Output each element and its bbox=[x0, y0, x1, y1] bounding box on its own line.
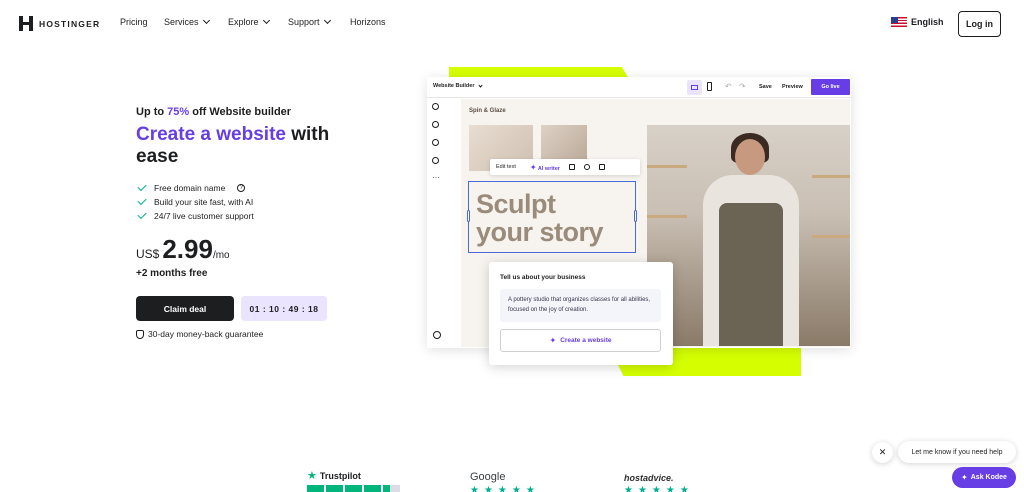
check-icon bbox=[137, 181, 147, 192]
promo-line: Up to 75% off Website builder bbox=[136, 106, 292, 118]
mobile-view-icon[interactable] bbox=[707, 82, 712, 91]
business-description-input[interactable]: A pottery studio that organizes classes … bbox=[500, 289, 661, 322]
chevron-down-icon bbox=[202, 16, 210, 25]
chevron-down-icon bbox=[262, 16, 270, 25]
us-flag-icon bbox=[891, 17, 907, 27]
text-edit-toolbar: Edit text ✦ AI writer bbox=[490, 159, 640, 175]
site-name: Spin & Glaze bbox=[469, 108, 506, 114]
resize-handle[interactable] bbox=[634, 210, 637, 222]
guarantee-note: 30-day money-back guarantee bbox=[136, 329, 263, 339]
chevron-down-icon bbox=[323, 16, 331, 25]
desktop-view-icon[interactable] bbox=[687, 80, 702, 95]
logo-text: HOSTINGER bbox=[39, 18, 101, 29]
login-button[interactable]: Log in bbox=[958, 11, 1001, 37]
ai-tools-icon[interactable] bbox=[432, 157, 439, 164]
hostinger-logo-icon bbox=[19, 16, 33, 31]
claim-deal-button[interactable]: Claim deal bbox=[136, 296, 234, 321]
potter-photo bbox=[647, 125, 850, 346]
builder-sidebar: ··· bbox=[432, 103, 442, 193]
chevron-down-icon bbox=[478, 83, 484, 88]
nav-support[interactable]: Support bbox=[288, 16, 350, 27]
google-stars: ★★★★★ bbox=[470, 485, 540, 492]
ask-kodee-button[interactable]: ✦ Ask Kodee bbox=[952, 467, 1016, 488]
ai-writer-button[interactable]: ✦ AI writer bbox=[530, 163, 560, 172]
eye-icon[interactable] bbox=[583, 164, 590, 170]
nav-services[interactable]: Services bbox=[164, 16, 228, 27]
selected-headline[interactable]: Sculpt your story bbox=[467, 181, 637, 253]
trustpilot-logo: ★ Trustpilot bbox=[307, 470, 361, 482]
hostadvice-logo: hostadvice. bbox=[624, 473, 674, 483]
price: US$ 2.99 /mo bbox=[136, 234, 230, 264]
copy-icon[interactable] bbox=[568, 164, 575, 170]
nav-pricing[interactable]: Pricing bbox=[120, 17, 164, 27]
hostinger-logo[interactable]: HOSTINGER bbox=[19, 16, 100, 31]
page-title: Create a website with ease bbox=[136, 124, 330, 167]
save-button[interactable]: Save bbox=[759, 84, 772, 90]
help-icon[interactable] bbox=[433, 331, 441, 339]
list-item: Build your site fast, with AI bbox=[137, 195, 254, 209]
trustpilot-stars bbox=[307, 485, 400, 492]
preview-button[interactable]: Preview bbox=[782, 84, 803, 90]
add-icon[interactable] bbox=[432, 103, 439, 110]
main-nav: Pricing Services Explore Support Horizon… bbox=[120, 16, 386, 27]
feature-list: Free domain name? Build your site fast, … bbox=[137, 181, 254, 223]
builder-toolbar: Website Builder ↶ ↷ Save Preview Go live bbox=[427, 77, 851, 98]
business-prompt-card: Tell us about your business A pottery st… bbox=[489, 262, 673, 365]
layers-icon[interactable] bbox=[432, 121, 439, 128]
resize-handle[interactable] bbox=[467, 210, 470, 222]
countdown-timer: 01 : 10 : 49 : 18 bbox=[241, 296, 327, 321]
bonus-text: +2 months free bbox=[136, 268, 208, 279]
trash-icon[interactable] bbox=[598, 164, 605, 170]
close-chat-button[interactable]: ✕ bbox=[872, 442, 893, 463]
shield-icon bbox=[136, 329, 144, 339]
create-website-button[interactable]: ✦ Create a website bbox=[500, 329, 661, 352]
sparkle-icon: ✦ bbox=[961, 473, 968, 482]
chat-bubble[interactable]: Let me know if you need help bbox=[898, 441, 1016, 463]
prompt-title: Tell us about your business bbox=[500, 274, 586, 281]
builder-selector[interactable]: Website Builder bbox=[433, 83, 484, 89]
nav-horizons[interactable]: Horizons bbox=[350, 17, 386, 27]
star-icon: ★ bbox=[307, 470, 317, 482]
sparkle-icon: ✦ bbox=[549, 336, 557, 345]
list-item: 24/7 live customer support bbox=[137, 209, 254, 223]
edit-text-button[interactable]: Edit text bbox=[496, 164, 516, 170]
nav-explore[interactable]: Explore bbox=[228, 16, 288, 27]
check-icon bbox=[137, 195, 147, 206]
info-icon[interactable]: ? bbox=[237, 184, 246, 192]
more-icon[interactable]: ··· bbox=[432, 174, 440, 182]
style-icon[interactable] bbox=[432, 139, 439, 146]
list-item: Free domain name? bbox=[137, 181, 254, 195]
check-icon bbox=[137, 209, 147, 220]
sparkle-icon: ✦ bbox=[529, 162, 537, 172]
go-live-button[interactable]: Go live bbox=[811, 79, 850, 95]
headline-text: Sculpt your story bbox=[476, 189, 604, 247]
hostadvice-stars: ★★★★★ bbox=[624, 485, 694, 492]
header: HOSTINGER Pricing Services Explore Suppo… bbox=[0, 0, 1024, 46]
undo-icon[interactable]: ↶ bbox=[725, 82, 732, 91]
redo-icon[interactable]: ↷ bbox=[739, 82, 746, 91]
google-logo: Google bbox=[470, 471, 506, 483]
language-selector[interactable]: English bbox=[891, 17, 944, 27]
